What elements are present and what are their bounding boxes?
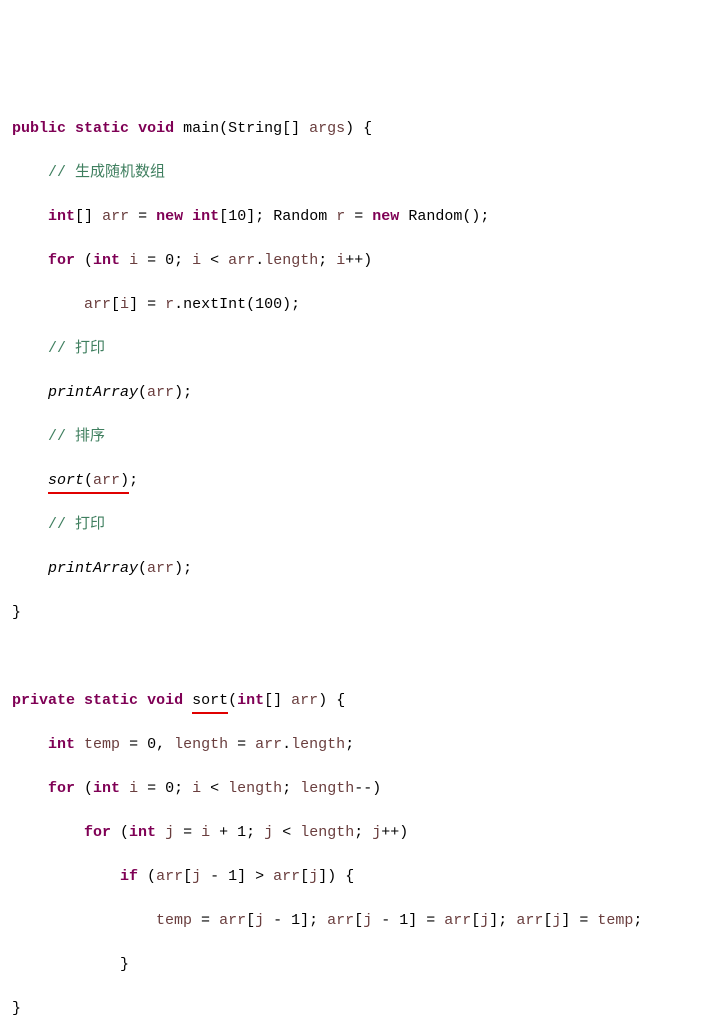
keyword-new: new — [156, 208, 183, 225]
line-if: if (arr[j - 1] > arr[j]) { — [12, 866, 701, 888]
comment-text: // 打印 — [48, 516, 105, 533]
line-comment: // 生成随机数组 — [12, 162, 701, 184]
keyword-int: int — [48, 208, 75, 225]
class-random: Random — [273, 208, 327, 225]
keyword-static: static — [84, 692, 138, 709]
var-arr: arr — [102, 208, 129, 225]
method-name-main: main — [183, 120, 219, 137]
line-call: printArray(arr); — [12, 382, 701, 404]
line-sort-call: sort(arr); — [12, 470, 701, 492]
line-comment: // 打印 — [12, 514, 701, 536]
line-array-decl: int[] arr = new int[10]; Random r = new … — [12, 206, 701, 228]
keyword-new: new — [372, 208, 399, 225]
keyword-static: static — [75, 120, 129, 137]
comment-text: // 打印 — [48, 340, 105, 357]
line-for-inner: for (int j = i + 1; j < length; j++) — [12, 822, 701, 844]
line-for-loop: for (int i = 0; i < arr.length; i++) — [12, 250, 701, 272]
line-assign: arr[i] = r.nextInt(100); — [12, 294, 701, 316]
keyword-for: for — [48, 252, 75, 269]
highlighted-sort-call: sort(arr) — [48, 470, 129, 492]
line-var-decl: int temp = 0, length = arr.length; — [12, 734, 701, 756]
comment-text: // 排序 — [48, 428, 105, 445]
code-block: public static void main(String[] args) {… — [12, 96, 701, 1032]
line-brace: } — [12, 998, 701, 1020]
line-for-outer: for (int i = 0; i < length; length--) — [12, 778, 701, 800]
line-main-signature: public static void main(String[] args) { — [12, 118, 701, 140]
line-comment: // 打印 — [12, 338, 701, 360]
keyword-void: void — [147, 692, 183, 709]
call-printarray: printArray — [48, 560, 138, 577]
keyword-public: public — [12, 120, 66, 137]
line-comment: // 排序 — [12, 426, 701, 448]
line-blank — [12, 646, 701, 668]
line-sort-signature: private static void sort(int[] arr) { — [12, 690, 701, 712]
line-swap: temp = arr[j - 1]; arr[j - 1] = arr[j]; … — [12, 910, 701, 932]
keyword-private: private — [12, 692, 75, 709]
keyword-void: void — [138, 120, 174, 137]
line-call: printArray(arr); — [12, 558, 701, 580]
line-brace: } — [12, 602, 701, 624]
param-type: String[] — [228, 120, 300, 137]
comment-text: // 生成随机数组 — [48, 164, 165, 181]
keyword-int: int — [192, 208, 219, 225]
line-brace: } — [12, 954, 701, 976]
call-printarray: printArray — [48, 384, 138, 401]
param-name: args — [309, 120, 345, 137]
highlighted-sort-def: sort — [192, 690, 228, 712]
